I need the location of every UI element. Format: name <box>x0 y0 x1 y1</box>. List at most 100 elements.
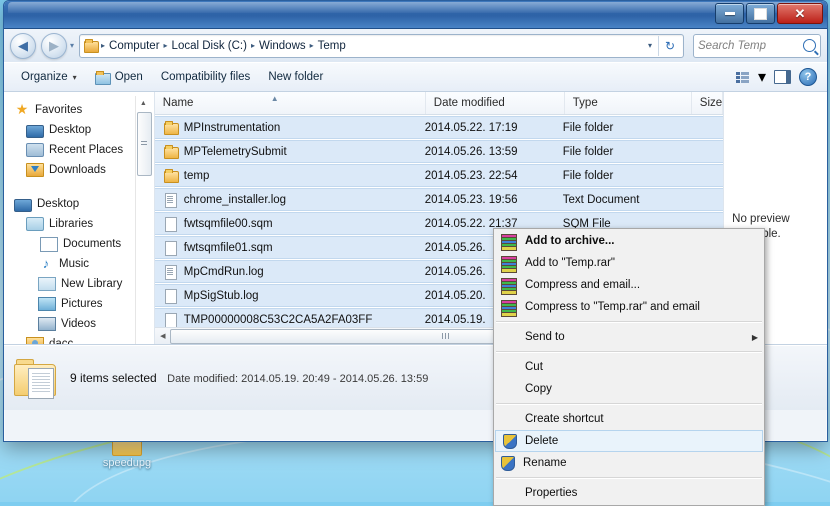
file-name-cell: MpCmdRun.log <box>155 265 417 280</box>
menu-item-label: Create shortcut <box>525 413 604 425</box>
table-row[interactable]: MPInstrumentation 2014.05.22. 17:19 File… <box>154 116 724 139</box>
title-bar[interactable]: ✕ <box>4 1 827 29</box>
sidebar-item-label: Desktop <box>49 124 92 136</box>
column-header-name[interactable]: Name <box>155 92 426 114</box>
breadcrumb-windows[interactable]: Windows <box>256 40 309 52</box>
menu-item-add-to-archive[interactable]: Add to archive... <box>494 230 764 252</box>
compatibility-files-label: Compatibility files <box>160 71 251 83</box>
column-header-type[interactable]: Type <box>565 92 692 114</box>
sidebar-item-new-library[interactable]: New Library <box>4 274 154 294</box>
submenu-arrow-icon: ▶ <box>751 332 758 342</box>
sidebar-item-label: Libraries <box>49 218 94 230</box>
status-text: 9 items selected Date modified: 2014.05.… <box>70 369 428 387</box>
menu-item-rename[interactable]: Rename <box>494 452 764 474</box>
scroll-down-icon[interactable]: ▼ <box>136 340 151 345</box>
search-placeholder: Search Temp <box>698 39 766 52</box>
menu-item-compress-and-email[interactable]: Compress and email... <box>494 274 764 296</box>
sidebar-item-favorites[interactable]: ★ Favorites <box>4 100 154 120</box>
column-headers: Name Date modified Type Size ▲ <box>154 92 724 115</box>
close-icon: ✕ <box>794 6 806 21</box>
menu-separator <box>496 477 762 479</box>
maximize-button[interactable] <box>746 3 775 24</box>
chevron-down-icon[interactable]: ▾ <box>642 41 658 50</box>
menu-separator <box>496 351 762 353</box>
menu-item-label: Compress to "Temp.rar" and email <box>525 301 700 313</box>
menu-item-send-to[interactable]: Send to ▶ <box>494 326 764 348</box>
column-header-date[interactable]: Date modified <box>426 92 565 114</box>
file-name-cell: MPInstrumentation <box>155 121 417 135</box>
navigation-pane-scrollbar[interactable]: ▲ ▼ <box>134 96 152 345</box>
menu-item-delete[interactable]: Delete <box>495 430 763 452</box>
table-row[interactable]: temp 2014.05.23. 22:54 File folder <box>154 164 724 187</box>
music-icon: ♪ <box>42 256 50 271</box>
title-bar-glass <box>8 2 823 13</box>
file-name: MPInstrumentation <box>183 121 281 134</box>
new-library-icon <box>38 277 56 291</box>
minimize-button[interactable] <box>715 3 744 24</box>
address-bar[interactable]: ▸ Computer ▸ Local Disk (C:) ▸ Windows ▸… <box>79 33 684 58</box>
menu-item-compress-to-temp-rar-and-email[interactable]: Compress to "Temp.rar" and email <box>494 296 764 318</box>
file-date-cell: 2014.05.22. 17:19 <box>424 121 518 134</box>
new-folder-button[interactable]: New folder <box>259 68 332 86</box>
monitor-icon <box>14 198 32 212</box>
chevron-down-icon: ▾ <box>72 72 77 82</box>
sidebar-item-label: Videos <box>61 318 96 330</box>
menu-separator <box>496 321 762 323</box>
sidebar-item-videos[interactable]: Videos <box>4 314 154 334</box>
sidebar-item-desktop-root[interactable]: Desktop <box>4 194 154 214</box>
menu-item-cut[interactable]: Cut <box>494 356 764 378</box>
back-button[interactable]: ◀ <box>10 32 36 59</box>
winrar-icon <box>500 299 517 317</box>
forward-icon: ▶ <box>49 38 59 53</box>
change-view-icon[interactable] <box>735 71 750 83</box>
search-input[interactable]: Search Temp <box>693 33 821 58</box>
sidebar-item-desktop[interactable]: Desktop <box>4 120 154 140</box>
monitor-icon <box>26 124 44 138</box>
sidebar-item-documents[interactable]: Documents <box>4 234 154 254</box>
maximize-icon <box>754 7 767 20</box>
text-file-icon <box>163 193 178 208</box>
sidebar-item-downloads[interactable]: Downloads <box>4 160 154 180</box>
preview-pane-toggle-icon[interactable] <box>774 70 791 84</box>
sidebar-item-pictures[interactable]: Pictures <box>4 294 154 314</box>
organize-label: Organize <box>21 71 68 83</box>
sidebar-item-music[interactable]: ♪ Music <box>4 254 154 274</box>
help-icon[interactable]: ? <box>799 68 817 86</box>
view-dropdown-icon[interactable]: ▾ <box>758 67 766 87</box>
user-folder-icon <box>26 337 44 344</box>
breadcrumb-computer[interactable]: Computer <box>106 40 163 52</box>
scroll-up-icon[interactable]: ▲ <box>136 96 151 110</box>
breadcrumb-local-disk[interactable]: Local Disk (C:) <box>169 40 250 52</box>
new-folder-label: New folder <box>268 71 324 83</box>
context-menu: Add to archive... Add to "Temp.rar" Comp… <box>493 228 765 506</box>
column-header-size[interactable]: Size <box>692 92 724 114</box>
compatibility-files-button[interactable]: Compatibility files <box>152 68 259 86</box>
forward-button[interactable]: ▶ <box>41 32 67 59</box>
sidebar-item-libraries[interactable]: Libraries <box>4 214 154 234</box>
refresh-button[interactable]: ↻ <box>658 35 681 56</box>
organize-button[interactable]: Organize ▾ <box>12 68 86 86</box>
menu-item-properties[interactable]: Properties <box>494 482 764 504</box>
sidebar-item-label: Documents <box>63 238 122 250</box>
file-name: fwtsqmfile00.sqm <box>183 217 273 230</box>
sidebar-item-recent-places[interactable]: Recent Places <box>4 140 154 160</box>
table-row[interactable]: MPTelemetrySubmit 2014.05.26. 13:59 File… <box>154 140 724 163</box>
back-icon: ◀ <box>18 38 28 53</box>
menu-item-create-shortcut[interactable]: Create shortcut <box>494 408 764 430</box>
scrollbar-thumb[interactable] <box>136 112 152 176</box>
history-dropdown-icon[interactable]: ▾ <box>70 41 74 50</box>
open-button[interactable]: Open <box>86 68 152 87</box>
scroll-left-icon[interactable]: ◀ <box>156 329 170 343</box>
menu-item-add-to-temp-rar[interactable]: Add to "Temp.rar" <box>494 252 764 274</box>
folder-icon <box>163 145 179 159</box>
table-row[interactable]: chrome_installer.log 2014.05.23. 19:56 T… <box>154 188 724 211</box>
sidebar-item-dacc[interactable]: dacc <box>4 334 154 344</box>
sidebar-item-label: Favorites <box>35 104 83 116</box>
breadcrumb-temp[interactable]: Temp <box>315 40 349 52</box>
menu-item-copy[interactable]: Copy <box>494 378 764 400</box>
libraries-icon <box>26 217 44 231</box>
close-button[interactable]: ✕ <box>777 3 823 24</box>
generic-file-icon <box>163 289 178 304</box>
scrollbar-grip <box>141 141 148 147</box>
